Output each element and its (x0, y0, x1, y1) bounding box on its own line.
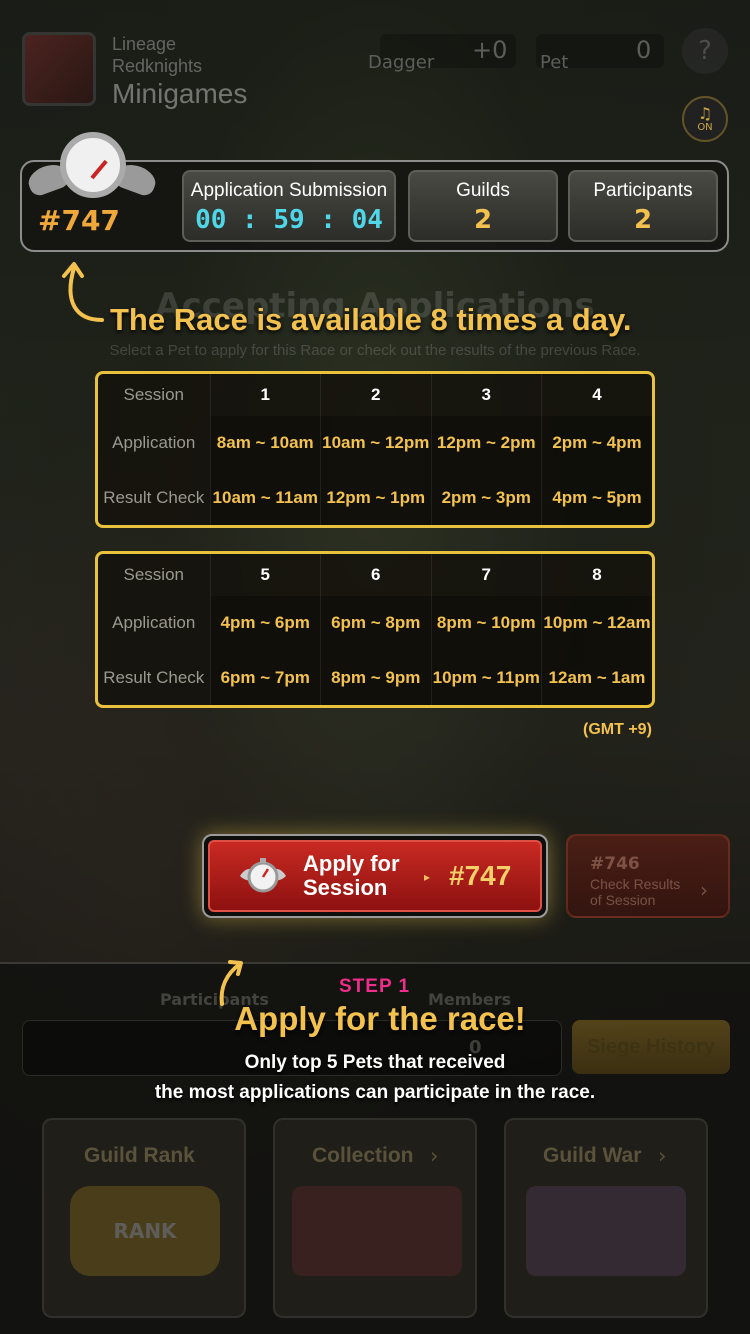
application-time: 2pm ~ 4pm (541, 416, 652, 471)
curved-arrow-icon (62, 262, 104, 322)
session-number: 5 (209, 554, 321, 596)
session-number: 2 (320, 374, 431, 416)
check-results-label: Check Results of Session (590, 876, 700, 908)
table-row: Application 8am ~ 10am 10am ~ 12pm 12pm … (98, 416, 652, 471)
stopwatch-icon (240, 858, 286, 893)
participants-box: Participants 2 (568, 170, 718, 242)
guilds-count: 2 (473, 205, 493, 235)
collection-cards-icon (292, 1186, 462, 1276)
play-triangle-icon: ▸ (424, 870, 431, 884)
top-bar: Lineage Redknights Minigames Dagger +0 P… (0, 0, 750, 110)
collection-chevron-icon: › (430, 1144, 439, 1168)
application-time: 4pm ~ 6pm (209, 596, 321, 651)
dagger-value: +0 (472, 36, 508, 64)
step-label: STEP 1 (339, 976, 411, 997)
row-header-result-check: Result Check (103, 487, 205, 507)
application-submission-title: Application Submission (190, 180, 388, 201)
help-button[interactable]: ? (682, 28, 728, 74)
page-title: Minigames (112, 78, 248, 109)
guilds-title: Guilds (456, 180, 510, 201)
pet-value: 0 (636, 36, 652, 64)
step-description-line1: Only top 5 Pets that received (244, 1052, 506, 1073)
session-number: 7 (430, 554, 542, 596)
apply-button-label: Apply for Session (303, 852, 433, 900)
result-check-time: 2pm ~ 3pm (430, 470, 542, 525)
guild-war-title: Guild War (543, 1144, 642, 1167)
application-time: 10pm ~ 12am (541, 596, 652, 651)
table-row: Session 1 2 3 4 (98, 374, 652, 416)
apply-button-label-line2: Session (303, 875, 388, 900)
schedule-table-1: Session 1 2 3 4 Application 8am ~ 10am 1… (95, 371, 655, 528)
guilds-box: Guilds 2 (408, 170, 558, 242)
rank-badge-label: RANK (113, 1219, 177, 1243)
check-results-line2: of Session (590, 892, 656, 908)
guild-war-chevron-icon: › (658, 1144, 667, 1168)
step-title: Apply for the race! (234, 1000, 526, 1037)
session-number: 6 (320, 554, 431, 596)
session-number: 3 (430, 374, 542, 416)
result-check-time: 12pm ~ 1pm (320, 470, 431, 525)
row-header-session: Session (123, 385, 184, 404)
session-number: 1 (209, 374, 321, 416)
row-header-result-check: Result Check (103, 667, 205, 687)
application-submission-box: Application Submission 00 : 59 : 04 (182, 170, 396, 242)
timezone-note: (GMT +9) (583, 721, 652, 738)
background-status-subtitle: Select a Pet to apply for this Race or c… (109, 342, 641, 359)
music-toggle-button[interactable]: ♫ ON (682, 96, 728, 142)
guild-rank-title: Guild Rank (84, 1144, 195, 1167)
application-time: 8am ~ 10am (209, 416, 321, 471)
game-title-line1: Lineage (112, 34, 177, 54)
row-header-application: Application (112, 433, 196, 453)
game-title-line2: Redknights (112, 56, 203, 76)
guild-war-helmets-icon (526, 1186, 686, 1276)
race-availability-note: The Race is available 8 times a day. (110, 302, 632, 337)
table-row: Result Check 6pm ~ 7pm 8pm ~ 9pm 10pm ~ … (98, 650, 652, 705)
check-results-line1: Check Results (590, 876, 681, 892)
application-time: 12pm ~ 2pm (430, 416, 542, 471)
application-time: 10am ~ 12pm (320, 416, 431, 471)
application-time: 6pm ~ 8pm (320, 596, 431, 651)
dagger-label: Dagger (368, 52, 435, 73)
result-check-time: 8pm ~ 9pm (320, 650, 431, 705)
rank-badge-icon: RANK (70, 1186, 220, 1276)
chevron-right-icon: › (700, 878, 708, 902)
participants-count: 2 (633, 205, 653, 235)
previous-session-number: #746 (590, 854, 640, 874)
step-description-line2: the most applications can participate in… (154, 1082, 596, 1103)
result-check-time: 6pm ~ 7pm (209, 650, 321, 705)
avatar[interactable] (22, 32, 96, 106)
table-row: Application 4pm ~ 6pm 6pm ~ 8pm 8pm ~ 10… (98, 596, 652, 651)
session-number: 4 (541, 374, 652, 416)
participants-title: Participants (593, 180, 693, 201)
schedule-table-2: Session 5 6 7 8 Application 4pm ~ 6pm 6p… (95, 551, 655, 708)
application-time: 8pm ~ 10pm (430, 596, 542, 651)
collection-title: Collection (312, 1144, 414, 1167)
apply-session-number: #747 (449, 860, 512, 891)
table-row: Session 5 6 7 8 (98, 554, 652, 596)
stopwatch-icon (60, 132, 126, 198)
result-check-time: 10am ~ 11am (209, 470, 321, 525)
result-check-time: 12am ~ 1am (541, 650, 652, 705)
result-check-time: 4pm ~ 5pm (541, 470, 652, 525)
countdown-timer: 00 : 59 : 04 (195, 205, 383, 235)
session-number: 8 (541, 554, 652, 596)
apply-button-label-line1: Apply for (303, 851, 400, 876)
row-header-session: Session (123, 565, 184, 584)
pet-label: Pet (540, 52, 569, 73)
music-toggle-label: ON (697, 122, 713, 133)
music-note-icon: ♫ (697, 104, 713, 123)
race-number: #747 (38, 204, 120, 237)
table-row: Result Check 10am ~ 11am 12pm ~ 1pm 2pm … (98, 470, 652, 525)
row-header-application: Application (112, 613, 196, 633)
result-check-time: 10pm ~ 11pm (430, 650, 542, 705)
